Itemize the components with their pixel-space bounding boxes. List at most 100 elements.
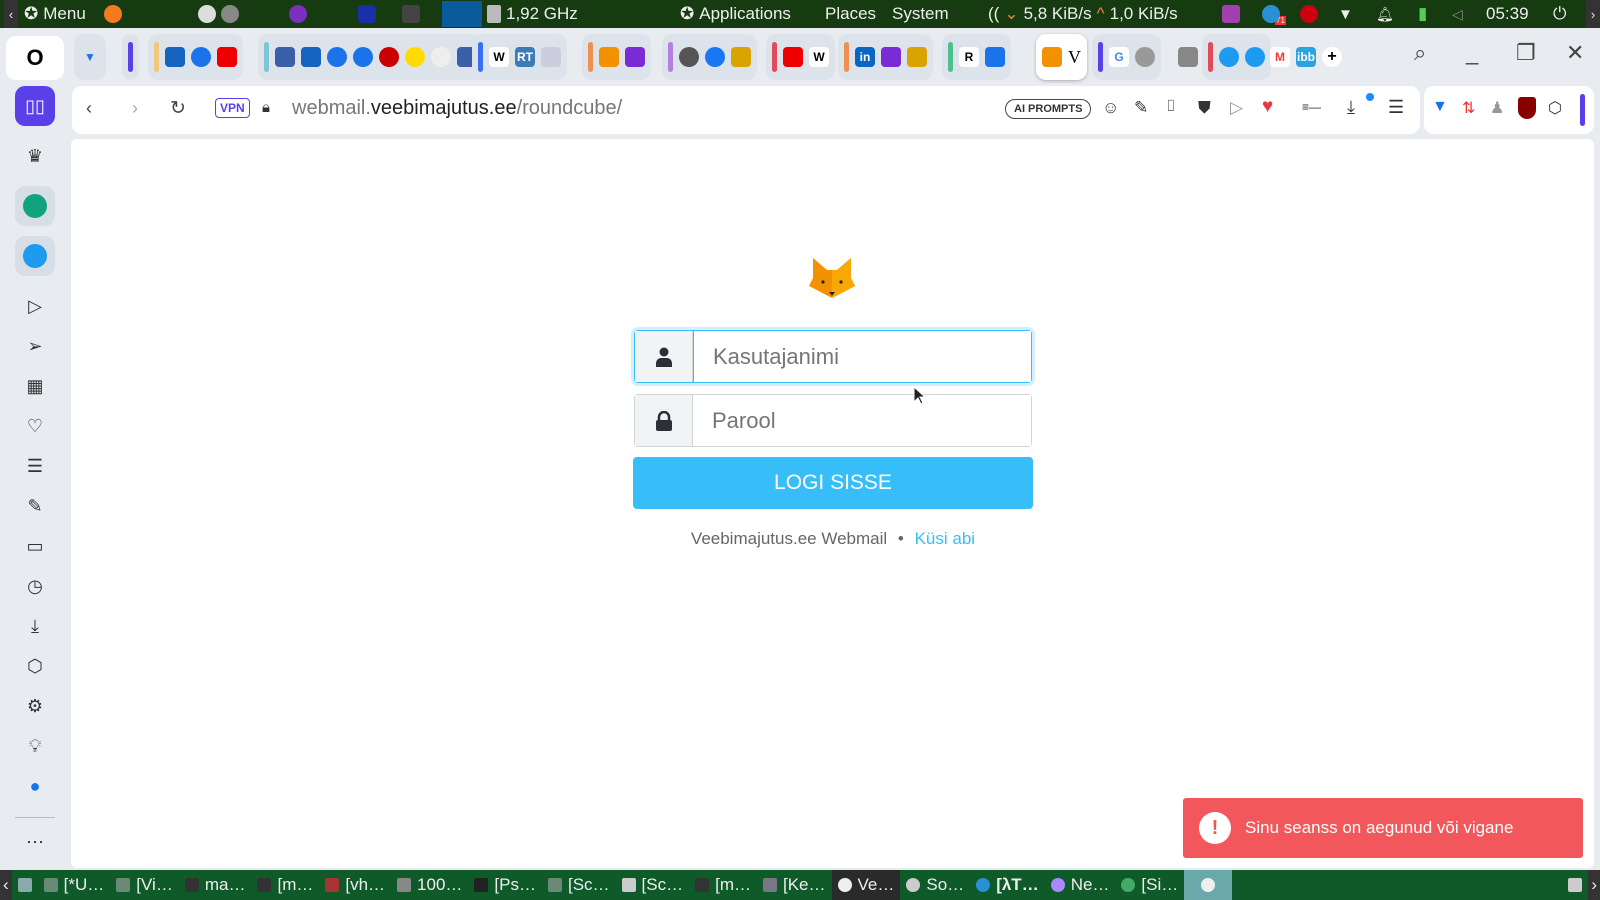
taskbar-item-opera[interactable] bbox=[1184, 870, 1233, 900]
more-icon[interactable]: ⋯ bbox=[15, 822, 55, 862]
taskbar-item[interactable]: [m… bbox=[251, 870, 319, 900]
crown-icon[interactable]: ♛ bbox=[15, 136, 55, 176]
heart-icon[interactable]: ♡ bbox=[15, 406, 55, 446]
taskbar-item[interactable]: [m… bbox=[689, 870, 757, 900]
send-icon[interactable]: ▷ bbox=[1230, 98, 1243, 118]
taskbar-item[interactable]: 100… bbox=[391, 870, 468, 900]
vpn-badge[interactable]: VPN bbox=[215, 98, 250, 118]
panel-right-arrow[interactable]: › bbox=[1586, 0, 1600, 28]
tab[interactable] bbox=[1172, 34, 1204, 80]
terminal-icon[interactable] bbox=[402, 5, 420, 23]
minimize-button[interactable]: _ bbox=[1466, 40, 1478, 66]
pinboard-icon[interactable]: ✎ bbox=[15, 486, 55, 526]
spy-icon[interactable]: ♟ bbox=[1490, 98, 1504, 118]
taskbar-item[interactable]: So… bbox=[900, 870, 970, 900]
panel-left-arrow[interactable]: ‹ bbox=[4, 0, 18, 28]
system-menu[interactable]: System bbox=[892, 0, 949, 28]
taskbar-item[interactable]: [vh… bbox=[319, 870, 391, 900]
wifi-status-icon[interactable]: ▼ bbox=[1338, 0, 1353, 28]
cube-icon[interactable]: ⬡ bbox=[1548, 98, 1562, 118]
taskbar-item[interactable]: [Vi… bbox=[110, 870, 179, 900]
bell-icon[interactable]: 🔔︎ bbox=[1376, 0, 1394, 28]
history-icon[interactable]: ◷ bbox=[15, 566, 55, 606]
camera-icon[interactable]: ⌷ bbox=[1166, 98, 1176, 116]
login-button[interactable]: LOGI SISSE bbox=[633, 457, 1033, 509]
tab[interactable]: ▼ bbox=[74, 34, 106, 80]
translator-icon[interactable]: ⇅ bbox=[1462, 98, 1475, 118]
taskbar-item-active[interactable]: Ve… bbox=[831, 870, 901, 900]
launchers[interactable] bbox=[198, 0, 239, 28]
error-toast[interactable]: ! Sinu seanss on aegunud või vigane bbox=[1183, 798, 1583, 858]
taskbar-item[interactable]: [Ke… bbox=[757, 870, 832, 900]
player-icon[interactable]: ▷ bbox=[15, 286, 55, 326]
easy-setup-icon[interactable]: ☰ bbox=[1388, 97, 1404, 118]
tab-group[interactable]: R bbox=[942, 34, 1011, 80]
url-field[interactable]: webmail.veebimajutus.ee/roundcube/ bbox=[292, 97, 622, 120]
ai-prompts-button[interactable]: AI PROMPTS bbox=[1005, 99, 1092, 119]
tab-group[interactable] bbox=[1202, 34, 1271, 80]
taskbar-item[interactable]: [Sc… bbox=[616, 870, 690, 900]
taskbar-item[interactable]: [λT… bbox=[970, 870, 1045, 900]
tab-active[interactable]: V bbox=[1036, 34, 1087, 80]
tab-group[interactable] bbox=[148, 34, 243, 80]
tab-group[interactable]: W RT bbox=[472, 34, 567, 80]
extensions-icon[interactable]: ⬡ bbox=[15, 646, 55, 686]
applications-menu[interactable]: ✪ Applications bbox=[680, 0, 791, 28]
opera-icon[interactable] bbox=[358, 5, 376, 23]
chatgpt-icon[interactable] bbox=[23, 194, 47, 218]
restore-button[interactable]: ❐ bbox=[1516, 40, 1536, 66]
places-menu[interactable]: Places bbox=[825, 0, 876, 28]
tab-group[interactable]: in bbox=[838, 34, 933, 80]
help-link[interactable]: Küsi abi bbox=[915, 529, 975, 548]
workspaces-icon[interactable]: ▯▯ bbox=[15, 86, 55, 126]
forward-button[interactable]: › bbox=[132, 98, 138, 119]
tips-icon[interactable]: 💡︎ bbox=[15, 726, 55, 766]
emoji-icon[interactable]: ☺ bbox=[1102, 98, 1119, 118]
power-icon[interactable]: ⏻ bbox=[1553, 0, 1566, 28]
tab-snapshot-icon[interactable]: ≡— bbox=[1302, 100, 1321, 114]
tab-group[interactable] bbox=[258, 34, 483, 80]
volume-muted-icon[interactable]: ◁ bbox=[1452, 0, 1463, 28]
shield-icon[interactable]: ⛊ bbox=[1198, 98, 1211, 118]
battery-icon[interactable]: ▮ bbox=[1418, 0, 1427, 28]
username-input[interactable] bbox=[693, 331, 1031, 382]
tab-group[interactable]: G bbox=[1092, 34, 1161, 80]
record-icon[interactable] bbox=[1300, 5, 1318, 23]
tab-group[interactable] bbox=[122, 34, 139, 80]
telegram-icon[interactable] bbox=[1262, 5, 1280, 23]
firefox-launcher[interactable] bbox=[104, 0, 122, 28]
taskbar-item[interactable]: [Si… bbox=[1115, 870, 1184, 900]
clock[interactable]: 05:39 bbox=[1486, 0, 1529, 28]
lock-icon[interactable]: 🔒︎ bbox=[262, 99, 270, 116]
menu-button[interactable]: ✪ Menu bbox=[24, 0, 86, 28]
taskbar-right-arrow[interactable]: › bbox=[1588, 870, 1600, 900]
send-icon[interactable]: ➢ bbox=[15, 326, 55, 366]
taskbar-item[interactable]: ma… bbox=[179, 870, 252, 900]
tab-group[interactable]: W bbox=[766, 34, 835, 80]
taskbar-item[interactable]: Ne… bbox=[1045, 870, 1116, 900]
taskbar-item[interactable]: [Sc… bbox=[542, 870, 616, 900]
tabs-icon[interactable]: ▭ bbox=[15, 526, 55, 566]
opera-menu-icon[interactable]: O bbox=[6, 36, 64, 80]
audio-recorder-icon[interactable] bbox=[1222, 5, 1240, 23]
back-button[interactable]: ‹ bbox=[86, 98, 92, 119]
search-tabs-icon[interactable]: ⌕ bbox=[1414, 40, 1426, 66]
settings-icon[interactable]: ⚙ bbox=[15, 686, 55, 726]
show-desktop-button[interactable] bbox=[12, 870, 38, 900]
new-tab-button[interactable]: + bbox=[1322, 47, 1342, 67]
tor-icon[interactable] bbox=[289, 5, 307, 23]
tab-group[interactable] bbox=[582, 34, 651, 80]
pin-icon[interactable]: ✎ bbox=[1134, 98, 1148, 118]
heart-icon[interactable]: ♥ bbox=[1262, 96, 1273, 118]
close-button[interactable]: ✕ bbox=[1566, 40, 1584, 66]
trash-icon[interactable] bbox=[1562, 870, 1588, 900]
download-icon[interactable]: ⤓ bbox=[1347, 97, 1355, 118]
password-input[interactable] bbox=[693, 395, 1031, 446]
downloads-icon[interactable]: ⤓ bbox=[15, 606, 55, 646]
chat-icon[interactable]: ● bbox=[15, 766, 55, 806]
taskbar-item[interactable]: [*U… bbox=[38, 870, 111, 900]
taskbar-left-arrow[interactable]: ‹ bbox=[0, 870, 12, 900]
taskbar-item[interactable]: [Ps… bbox=[468, 870, 542, 900]
tab-group[interactable] bbox=[662, 34, 757, 80]
apps-grid-icon[interactable]: ▦ bbox=[15, 366, 55, 406]
